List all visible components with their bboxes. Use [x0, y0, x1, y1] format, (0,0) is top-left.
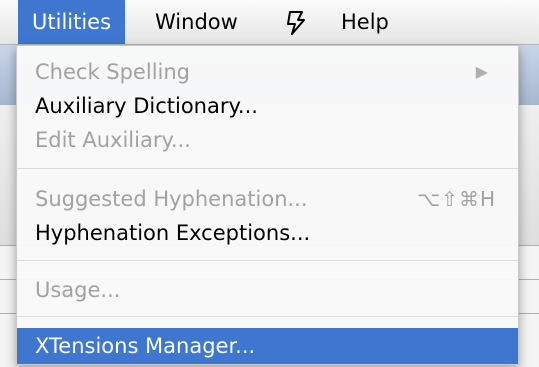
- menu-script[interactable]: [270, 0, 322, 44]
- menu-help-label: Help: [341, 10, 389, 34]
- menu-utilities-label: Utilities: [32, 10, 112, 34]
- menu-separator: [17, 260, 518, 261]
- menu-utilities[interactable]: Utilities: [18, 0, 126, 44]
- submenu-arrow-icon: ▶: [475, 62, 488, 81]
- script-icon: [287, 11, 305, 35]
- menu-item-check-spelling[interactable]: Check Spelling ▶: [17, 56, 518, 88]
- menu-bar: Utilities Window Help: [0, 0, 539, 45]
- menu-window-label: Window: [155, 10, 238, 34]
- menu-item-label: Edit Auxiliary...: [35, 128, 191, 152]
- menu-item-auxiliary-dictionary[interactable]: Auxiliary Dictionary...: [17, 90, 518, 122]
- menu-item-label: Check Spelling: [35, 60, 190, 84]
- menu-item-edit-auxiliary[interactable]: Edit Auxiliary...: [17, 124, 518, 156]
- menu-window[interactable]: Window: [141, 0, 252, 44]
- menu-separator: [17, 168, 518, 169]
- menu-item-label: Auxiliary Dictionary...: [35, 94, 258, 118]
- menu-item-usage[interactable]: Usage...: [17, 274, 518, 306]
- menu-item-label: Hyphenation Exceptions...: [35, 221, 311, 245]
- menu-item-label: Suggested Hyphenation...: [35, 187, 308, 211]
- menu-item-suggested-hyphenation[interactable]: Suggested Hyphenation... ⌥⇧⌘H: [17, 183, 518, 215]
- menu-item-label: XTensions Manager...: [35, 334, 256, 358]
- menu-item-hyphenation-exceptions[interactable]: Hyphenation Exceptions...: [17, 217, 518, 249]
- menu-separator: [17, 316, 518, 317]
- utilities-menu: Check Spelling ▶ Auxiliary Dictionary...…: [16, 45, 519, 365]
- keyboard-shortcut: ⌥⇧⌘H: [417, 187, 496, 211]
- menu-item-label: Usage...: [35, 278, 121, 302]
- menu-item-xtensions-manager[interactable]: XTensions Manager...: [17, 328, 518, 364]
- menu-help[interactable]: Help: [327, 0, 403, 44]
